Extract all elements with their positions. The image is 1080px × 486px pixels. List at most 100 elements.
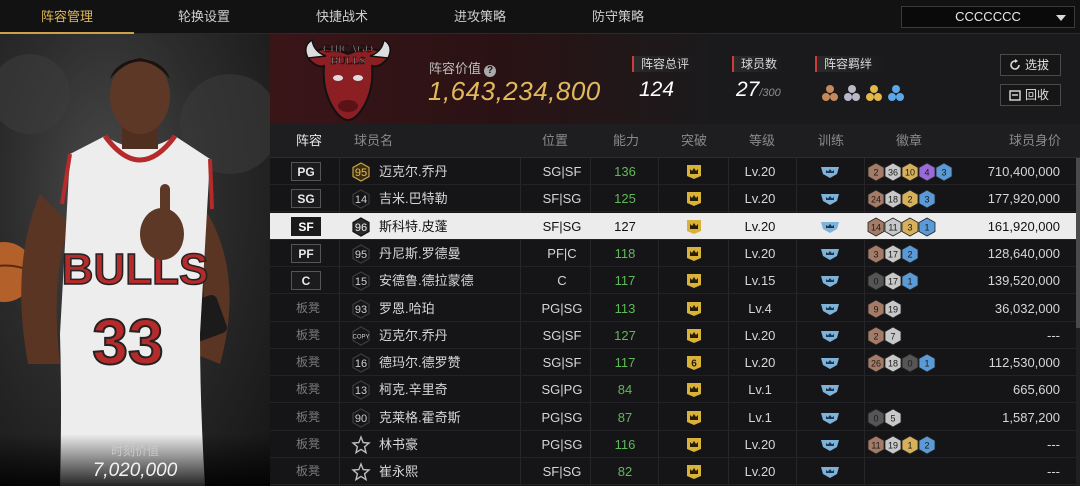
scrollbar-thumb[interactable] [1076, 158, 1080, 328]
lineup-slot-tag[interactable]: SG [291, 189, 321, 209]
tab-quick-tactics[interactable]: 快捷战术 [275, 0, 409, 34]
select-button[interactable]: 选拔 [1000, 54, 1061, 76]
table-row[interactable]: 板凳 13 柯克.辛里奇 SG|PG 84 Lv.1 665,600 [270, 376, 1076, 404]
table-row[interactable]: 板凳 林书豪 PG|SG 116 Lv.20 11 19 1 2 --- [270, 431, 1076, 458]
col-header-training[interactable]: 训练 [818, 124, 844, 158]
col-header-position[interactable]: 位置 [542, 124, 568, 158]
col-header-level[interactable]: 等级 [749, 124, 775, 158]
breakthrough-crown-icon[interactable] [686, 219, 702, 235]
col-header-value[interactable]: 球员身价 [1009, 124, 1061, 158]
badge-chip: 11 [884, 217, 902, 237]
lineup-slot-tag[interactable]: PG [291, 162, 321, 181]
bench-label[interactable]: 板凳 [296, 376, 320, 403]
team-select-dropdown[interactable]: CCCCCCC [901, 6, 1075, 28]
breakthrough-crown-icon[interactable] [686, 273, 702, 289]
tab-defense-strategy[interactable]: 防守策略 [551, 0, 685, 34]
tab-offense-strategy[interactable]: 进攻策略 [413, 0, 547, 34]
player-name[interactable]: 斯科特.皮蓬 [379, 213, 448, 240]
training-icon[interactable] [820, 356, 840, 370]
training-icon[interactable] [820, 247, 840, 261]
player-position: SF|SG [542, 191, 582, 207]
player-name[interactable]: 罗恩.哈珀 [379, 295, 435, 322]
badge-list[interactable]: 24 18 2 3 [867, 189, 939, 209]
bench-label[interactable]: 板凳 [296, 349, 320, 376]
player-name[interactable]: 迈克尔.乔丹 [379, 158, 448, 185]
player-name[interactable]: 德玛尔.德罗赞 [379, 349, 461, 376]
training-icon[interactable] [820, 220, 840, 234]
breakthrough-six-icon[interactable]: 6 [686, 355, 702, 371]
player-name[interactable]: 迈克尔.乔丹 [379, 322, 448, 349]
table-row[interactable]: 板凳 COPY 迈克尔.乔丹 SG|SF 127 Lv.20 2 7 --- [270, 322, 1076, 349]
training-icon[interactable] [820, 438, 840, 452]
table-row[interactable]: PG 95 迈克尔.乔丹 SG|SF 136 Lv.20 2 36 10 4 3 710,400,00… [270, 158, 1076, 185]
badge-list[interactable]: 05 [867, 408, 905, 428]
training-icon[interactable] [820, 411, 840, 425]
badge-chip: 7 [884, 326, 902, 346]
lineup-slot-tag[interactable]: SF [291, 216, 321, 236]
player-name[interactable]: 丹尼斯.罗德曼 [379, 240, 461, 267]
breakthrough-crown-icon[interactable] [686, 410, 702, 426]
table-row[interactable]: 板凳 93 罗恩.哈珀 PG|SG 113 Lv.4 9 19 36,032,000 [270, 295, 1076, 322]
bond-icon-2 [844, 85, 860, 101]
player-name[interactable]: 柯克.辛里奇 [379, 376, 448, 403]
table-row[interactable]: SF 96 斯科特.皮蓬 SF|SG 127 Lv.20 14 11 3 1 161,920,000 [270, 212, 1076, 240]
table-row[interactable]: 板凳 崔永熙 SF|SG 82 Lv.20 --- [270, 458, 1076, 486]
player-ability: 136 [614, 164, 636, 179]
player-name[interactable]: 克莱格.霍奇斯 [379, 404, 461, 431]
player-ability: 84 [617, 382, 633, 398]
breakthrough-crown-icon[interactable] [686, 328, 702, 344]
badge-list[interactable]: 27 [867, 326, 905, 346]
bench-label[interactable]: 板凳 [296, 404, 320, 431]
lineup-slot-tag[interactable]: C [291, 271, 321, 291]
bench-label[interactable]: 板凳 [296, 458, 320, 485]
breakthrough-crown-icon[interactable] [686, 464, 702, 480]
bench-label[interactable]: 板凳 [296, 295, 320, 322]
badge-list[interactable]: 2 36 10 4 3 [867, 162, 956, 182]
training-icon[interactable] [820, 192, 840, 206]
tab-rotation-settings[interactable]: 轮换设置 [137, 0, 271, 34]
table-row[interactable]: PF 95 丹尼斯.罗德曼 PF|C 118 Lv.20 3 17 2 128,640,000 [270, 240, 1076, 267]
table-row[interactable]: SG 14 吉米.巴特勒 SF|SG 125 Lv.20 24 18 2 3 177,920,000 [270, 185, 1076, 213]
col-header-name[interactable]: 球员名 [354, 124, 393, 158]
col-header-breakthrough[interactable]: 突破 [681, 124, 707, 158]
breakthrough-crown-icon[interactable] [686, 246, 702, 262]
training-icon[interactable] [820, 165, 840, 179]
breakthrough-crown-icon[interactable] [686, 301, 702, 317]
table-row[interactable]: C 15 安德鲁.德拉蒙德 C 117 Lv.15 0 17 1 139,520,000 [270, 267, 1076, 295]
bench-label[interactable]: 板凳 [296, 322, 320, 349]
tab-lineup-management[interactable]: 阵容管理 [0, 0, 134, 34]
player-name[interactable]: 林书豪 [379, 431, 418, 458]
badge-list[interactable]: 11 19 1 2 [867, 435, 939, 455]
training-icon[interactable] [820, 383, 840, 397]
badge-list[interactable]: 0 17 1 [867, 271, 922, 291]
svg-text:BULLS: BULLS [62, 245, 209, 294]
badge-list[interactable]: 26 18 0 1 [867, 353, 939, 373]
breakthrough-crown-icon[interactable] [686, 164, 702, 180]
col-header-badges[interactable]: 徽章 [896, 124, 922, 158]
training-icon[interactable] [820, 465, 840, 479]
player-name[interactable]: 吉米.巴特勒 [379, 185, 448, 212]
breakthrough-crown-icon[interactable] [686, 382, 702, 398]
recycle-button[interactable]: 回收 [1000, 84, 1061, 106]
training-icon[interactable] [820, 274, 840, 288]
table-scrollbar[interactable] [1076, 158, 1080, 486]
bench-label[interactable]: 板凳 [296, 431, 320, 458]
lineup-slot-tag[interactable]: PF [291, 243, 321, 263]
player-name[interactable]: 崔永熙 [379, 458, 418, 485]
training-icon[interactable] [820, 329, 840, 343]
table-row[interactable]: 板凳 90 克莱格.霍奇斯 PG|SG 87 Lv.1 0 5 1,587,200 [270, 404, 1076, 431]
breakthrough-crown-icon[interactable] [686, 191, 702, 207]
player-name[interactable]: 安德鲁.德拉蒙德 [379, 267, 474, 294]
col-header-slot[interactable]: 阵容 [296, 124, 322, 158]
badge-list[interactable]: 14 11 3 1 [867, 217, 939, 237]
refresh-icon [1010, 59, 1020, 70]
badge-list[interactable]: 9 19 [867, 299, 905, 319]
badge-list[interactable]: 3 17 2 [867, 244, 922, 264]
col-header-ability[interactable]: 能力 [613, 124, 639, 158]
training-icon[interactable] [820, 302, 840, 316]
badge-chip: 1 [901, 435, 919, 455]
badge-count: 3 [873, 249, 878, 259]
table-row[interactable]: 板凳 16 德玛尔.德罗赞 SG|SF 117 6 Lv.20 26 18 0 1 112,530,0… [270, 349, 1076, 377]
lineup-bond-icons[interactable] [821, 82, 911, 104]
breakthrough-crown-icon[interactable] [686, 437, 702, 453]
